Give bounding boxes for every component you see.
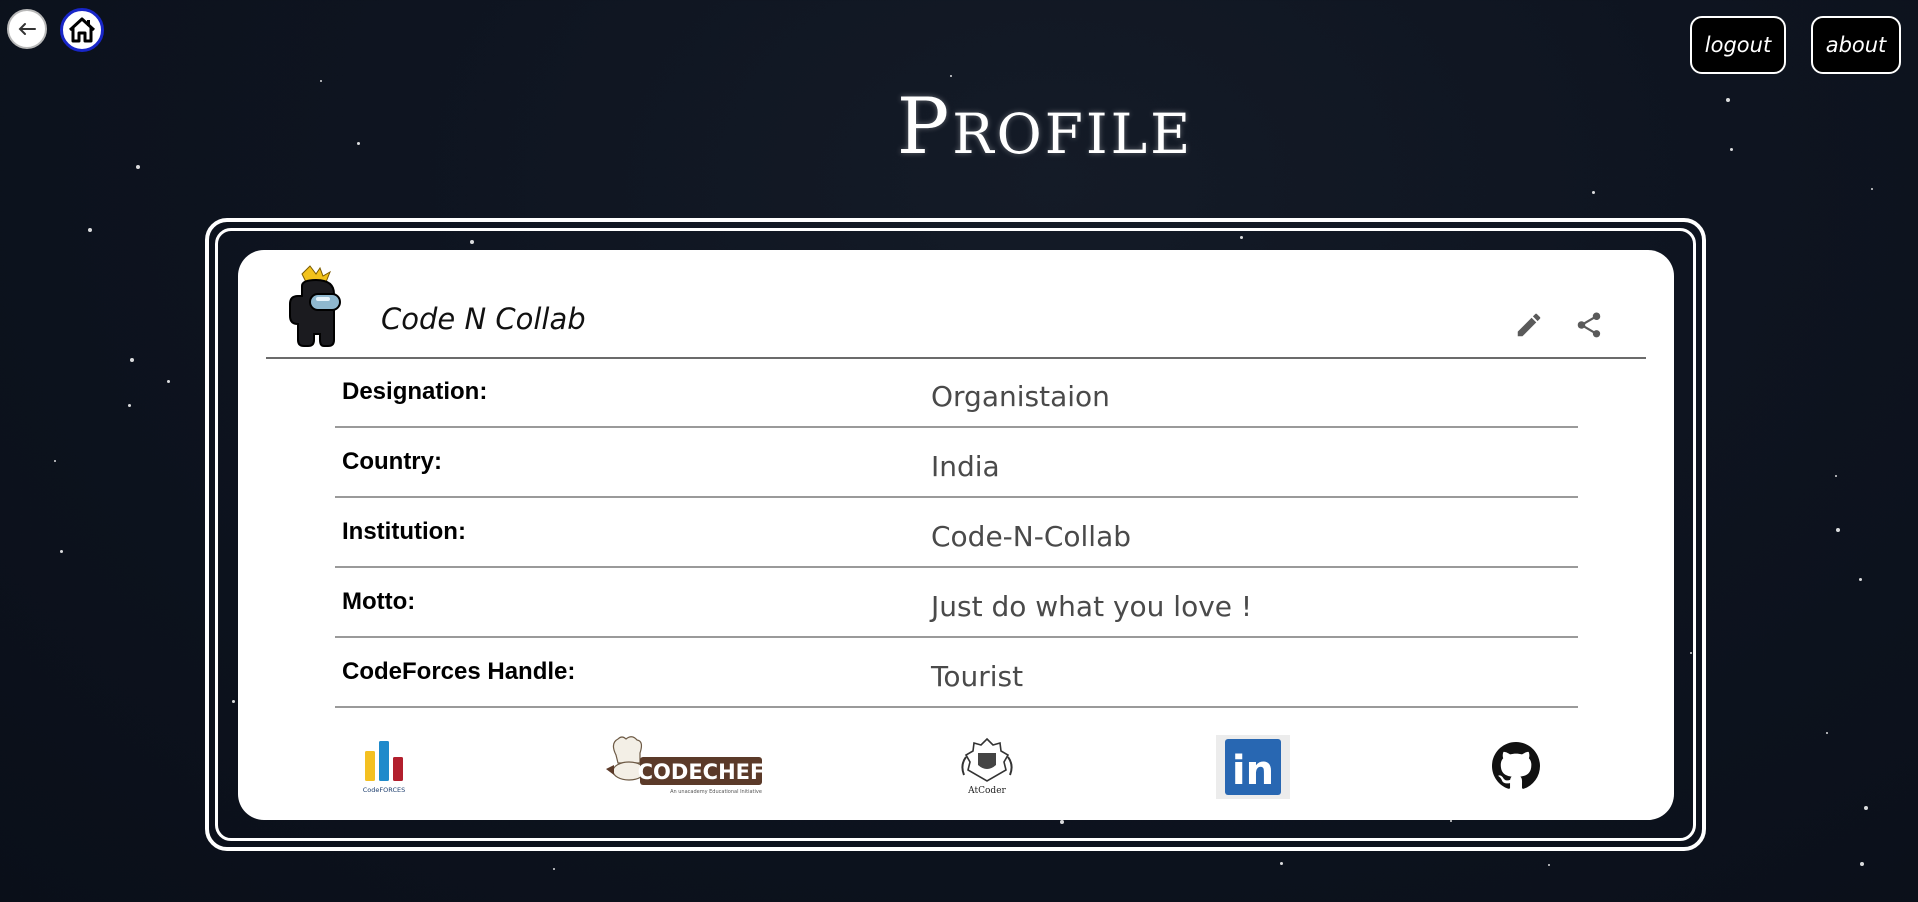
detail-row-motto: Motto: Just do what you love ! xyxy=(335,568,1578,638)
motto-value: Just do what you love ! xyxy=(931,590,1253,623)
codeforces-handle-label: CodeForces Handle: xyxy=(342,658,576,685)
edit-icon[interactable] xyxy=(1514,310,1544,340)
detail-row-codeforces-handle: CodeForces Handle: Tourist xyxy=(335,638,1578,708)
among-us-avatar-icon xyxy=(289,265,341,347)
back-button[interactable] xyxy=(7,9,47,49)
country-label: Country: xyxy=(342,448,442,475)
github-icon[interactable] xyxy=(1492,742,1540,790)
page-title: Profile xyxy=(896,82,1194,172)
country-value: India xyxy=(931,450,1000,483)
profile-card-header: Code N Collab xyxy=(266,250,1646,359)
designation-value: Organistaion xyxy=(931,380,1110,413)
svg-text:CODECHEF: CODECHEF xyxy=(638,760,764,784)
codeforces-logo-icon[interactable]: CodeFORCES xyxy=(363,737,405,795)
home-icon xyxy=(68,17,96,43)
detail-row-designation: Designation: Organistaion xyxy=(335,358,1578,428)
logout-button[interactable]: logout xyxy=(1690,16,1786,74)
codeforces-handle-value: Tourist xyxy=(931,660,1024,693)
svg-text:in: in xyxy=(1232,748,1274,794)
designation-label: Designation: xyxy=(342,378,488,405)
profile-name: Code N Collab xyxy=(381,302,586,336)
profile-links: CodeFORCES CODECHEF An unacademy Educati… xyxy=(238,725,1674,805)
detail-row-country: Country: India xyxy=(335,428,1578,498)
profile-details: Designation: Organistaion Country: India… xyxy=(335,358,1578,708)
codechef-logo-icon[interactable]: CODECHEF An unacademy Educational Initia… xyxy=(604,735,764,797)
arrow-left-icon xyxy=(18,23,36,35)
svg-text:CodeFORCES: CodeFORCES xyxy=(363,786,405,794)
profile-card: Code N Collab Designation: Organistaion … xyxy=(238,250,1674,820)
home-button[interactable] xyxy=(60,8,104,52)
institution-value: Code-N-Collab xyxy=(931,520,1132,553)
detail-row-institution: Institution: Code-N-Collab xyxy=(335,498,1578,568)
share-icon[interactable] xyxy=(1574,310,1604,340)
about-button[interactable]: about xyxy=(1811,16,1901,74)
motto-label: Motto: xyxy=(342,588,416,615)
svg-text:An unacademy Educational Initi: An unacademy Educational Initiative xyxy=(670,789,762,795)
atcoder-logo-icon[interactable]: AtCoder xyxy=(956,735,1018,797)
svg-text:AtCoder: AtCoder xyxy=(967,786,1006,796)
institution-label: Institution: xyxy=(342,518,466,545)
linkedin-logo-icon[interactable]: in xyxy=(1216,735,1290,799)
